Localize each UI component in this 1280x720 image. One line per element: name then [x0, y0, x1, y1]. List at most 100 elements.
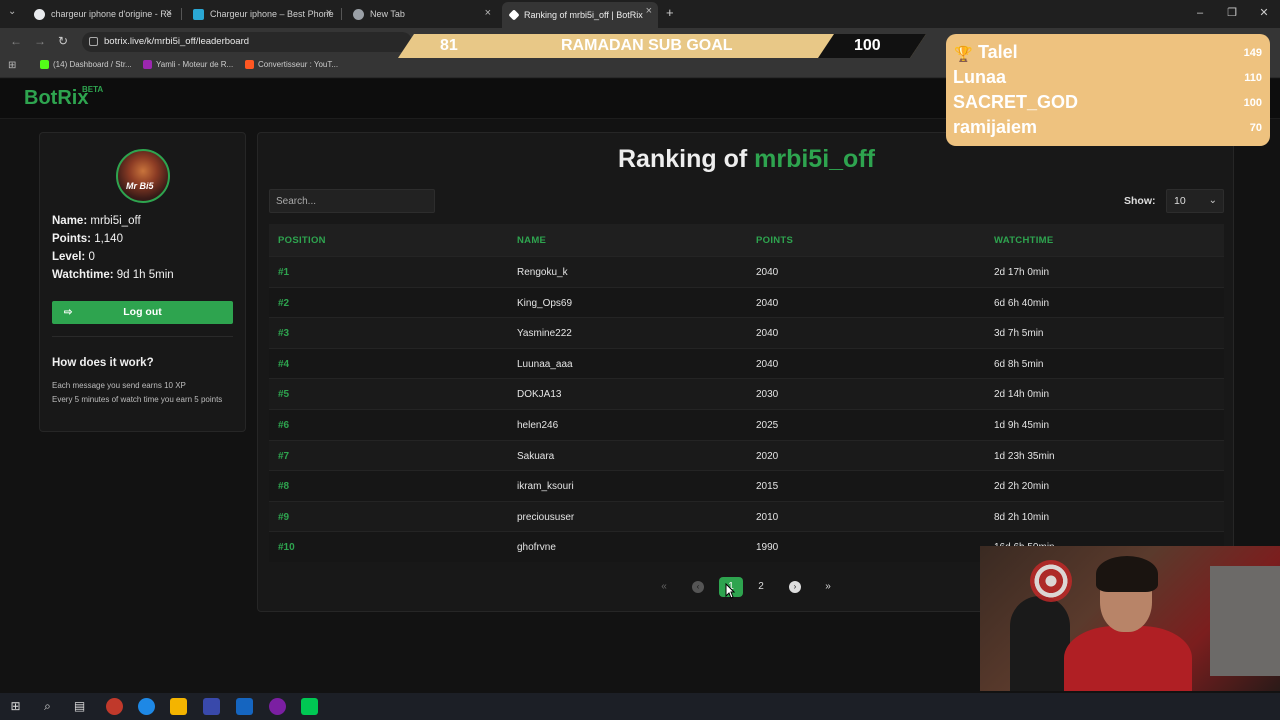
botrix-logo[interactable]: BotRix — [24, 87, 88, 110]
file-explorer-icon[interactable] — [170, 698, 187, 715]
donor-amount: 110 — [1244, 72, 1262, 84]
address-bar[interactable]: botrix.live/k/mrbi5i_off/leaderboard — [82, 32, 412, 52]
donor-name: Lunaa — [953, 67, 1007, 87]
column-header-name[interactable]: NAME — [517, 235, 546, 246]
page-size-value: 10 — [1174, 195, 1186, 207]
close-icon[interactable]: × — [485, 7, 491, 19]
webcam-person-hair — [1096, 556, 1158, 592]
cell-points: 2040 — [756, 358, 779, 370]
restore-icon[interactable]: ❐ — [1216, 0, 1248, 28]
close-icon[interactable]: × — [326, 7, 332, 19]
mail-icon[interactable] — [236, 698, 253, 715]
webcam-chair — [1010, 596, 1070, 691]
bookmark-item[interactable]: Convertisseur : YouT... — [245, 60, 338, 69]
minimize-icon[interactable]: – — [1184, 0, 1216, 28]
logout-label: Log out — [123, 306, 162, 318]
top-supporters-overlay: 🏆 Talel 149 Lunaa 110 SACRET_GOD 100 ram… — [946, 34, 1270, 146]
bookmark-item[interactable]: Yamli - Moteur de R... — [143, 60, 233, 69]
cell-position: #6 — [278, 419, 290, 431]
title-prefix: Ranking of — [618, 145, 748, 173]
close-icon[interactable]: × — [166, 7, 172, 19]
donor-name: Talel — [978, 42, 1018, 62]
bookmark-item[interactable]: (14) Dashboard / Str... — [40, 60, 132, 69]
close-icon[interactable]: × — [646, 5, 652, 17]
page-button-2[interactable]: 2 — [749, 577, 773, 597]
profile-level: Level: 0 — [52, 251, 95, 263]
cell-name: DOKJA13 — [517, 389, 562, 401]
close-window-icon[interactable]: ✕ — [1248, 0, 1280, 28]
prev-page-button[interactable]: ‹ — [686, 577, 710, 597]
sign-out-icon: ⇨ — [64, 307, 73, 318]
bing-icon — [193, 8, 204, 20]
avatar: Mr Bi5 — [116, 149, 170, 203]
chevron-right-icon: › — [789, 581, 801, 593]
cell-position: #3 — [278, 328, 290, 340]
trophy-icon: 🏆 — [954, 46, 973, 63]
profile-card: Mr Bi5 Name: mrbi5i_off Points: 1,140 Le… — [39, 132, 246, 432]
cell-points: 2030 — [756, 389, 779, 401]
store-icon[interactable] — [203, 698, 220, 715]
new-tab-button[interactable]: + — [666, 5, 674, 20]
leaderboard-table: POSITION NAME POINTS WATCHTIME #1 Rengoku… — [269, 224, 1224, 562]
browser-tab[interactable]: Chargeur iphone – Best Phone × — [185, 4, 338, 24]
browser-tab-active[interactable]: Ranking of mrbi5i_off | BotRix × — [502, 2, 658, 28]
windows-start-icon[interactable]: ⊞ — [7, 698, 24, 715]
cell-position: #9 — [278, 511, 290, 523]
bookmark-label: Yamli - Moteur de R... — [156, 60, 234, 69]
column-header-position[interactable]: POSITION — [278, 235, 326, 246]
apps-icon[interactable]: ⊞ — [8, 60, 16, 71]
chevron-down-icon: ⌄ — [1208, 195, 1217, 206]
logout-button[interactable]: ⇨ Log out — [52, 301, 233, 324]
cell-points: 1990 — [756, 542, 779, 554]
task-view-icon[interactable]: ▤ — [71, 698, 88, 715]
cell-watchtime: 2d 14h 0min — [994, 389, 1050, 401]
table-header: POSITION NAME POINTS WATCHTIME — [269, 224, 1224, 256]
show-label: Show: — [1124, 195, 1156, 207]
browser-tab[interactable]: chargeur iphone d'origine - Re × — [26, 4, 178, 24]
table-row: #6 helen246 2025 1d 9h 45min — [269, 408, 1224, 440]
bookmark-label: Convertisseur : YouT... — [258, 60, 339, 69]
window-controls: – ❐ ✕ — [1184, 0, 1280, 28]
tab-title: Ranking of mrbi5i_off | BotRix — [524, 10, 643, 20]
cell-watchtime: 1d 23h 35min — [994, 450, 1055, 462]
divider — [52, 336, 233, 337]
last-page-button[interactable]: » — [816, 577, 840, 597]
tab-title: New Tab — [370, 9, 405, 19]
browser-tab[interactable]: New Tab × — [345, 4, 497, 24]
column-header-watchtime[interactable]: WATCHTIME — [994, 235, 1054, 246]
cell-points: 2040 — [756, 328, 779, 340]
kick-icon — [40, 60, 49, 69]
cell-points: 2040 — [756, 267, 779, 278]
search-icon[interactable]: ⌕ — [39, 698, 56, 715]
yamli-icon — [143, 60, 152, 69]
table-row: #7 Sakuara 2020 1d 23h 35min — [269, 439, 1224, 471]
site-info-icon[interactable] — [89, 37, 98, 46]
profile-points: Points: 1,140 — [52, 233, 123, 245]
table-row: #8 ikram_ksouri 2015 2d 2h 20min — [269, 470, 1224, 501]
forward-icon[interactable]: → — [34, 34, 46, 48]
mouse-cursor-icon — [725, 583, 735, 599]
next-page-button[interactable]: › — [783, 577, 807, 597]
table-row: #4 Luunaa_aaa 2040 6d 8h 5min — [269, 347, 1224, 379]
cell-position: #8 — [278, 481, 290, 493]
how-line-points: Every 5 minutes of watch time you earn 5… — [52, 395, 223, 404]
converter-icon — [245, 60, 254, 69]
search-input[interactable] — [269, 189, 435, 213]
page-size-select[interactable]: 10 ⌄ — [1166, 189, 1224, 213]
column-header-points[interactable]: POINTS — [756, 235, 793, 246]
leaderboard-card: Ranking of mrbi5i_off Show: 10 ⌄ POSITIO… — [257, 132, 1234, 612]
cell-points: 2040 — [756, 297, 779, 309]
app-icon[interactable] — [301, 698, 318, 715]
cell-watchtime: 2d 2h 20min — [994, 481, 1050, 493]
back-icon[interactable]: ← — [10, 34, 22, 48]
chrome-taskbar-icon[interactable] — [106, 698, 123, 715]
table-row: #2 King_Ops69 2040 6d 6h 40min — [269, 286, 1224, 318]
table-row: #3 Yasmine222 2040 3d 7h 5min — [269, 317, 1224, 348]
reload-icon[interactable]: ↻ — [58, 34, 68, 48]
first-page-button[interactable]: « — [652, 577, 676, 597]
obs-icon[interactable] — [269, 698, 286, 715]
tab-search-icon[interactable]: ⌄ — [8, 6, 16, 17]
donor-name: SACRET_GOD — [953, 92, 1079, 112]
edge-taskbar-icon[interactable] — [138, 698, 155, 715]
cell-watchtime: 6d 6h 40min — [994, 297, 1050, 309]
